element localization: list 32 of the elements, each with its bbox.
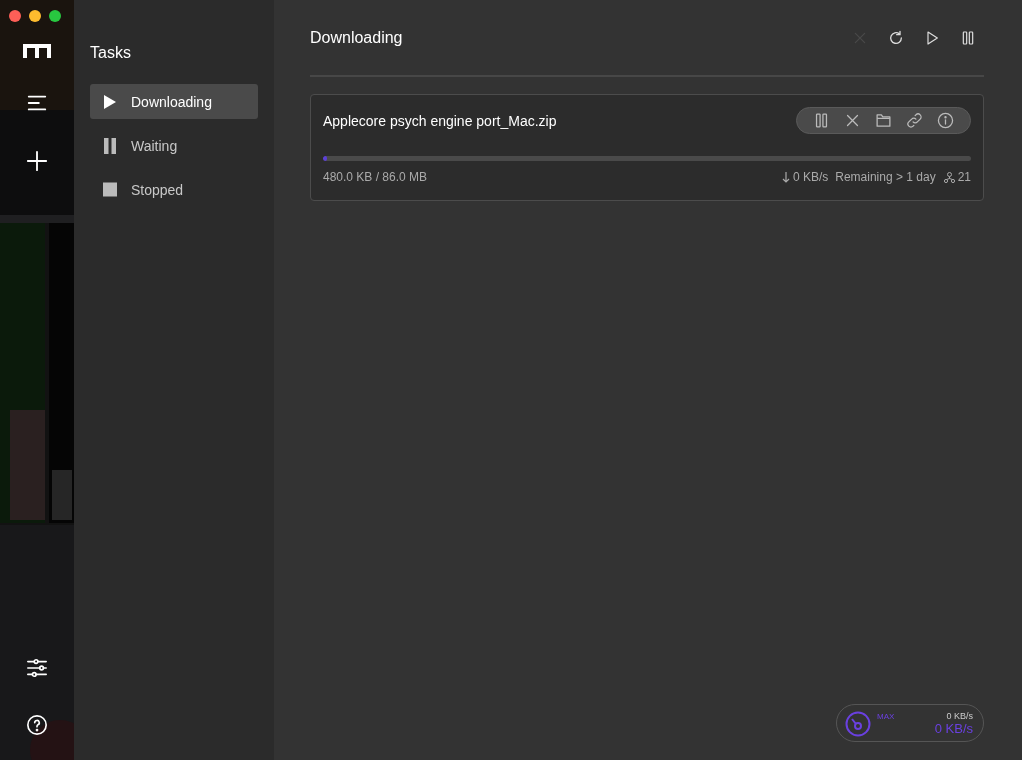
nav-item[interactable]: Waiting: [90, 128, 258, 163]
download-speed: 0 KB/s: [934, 721, 973, 736]
play-icon[interactable]: [924, 29, 940, 46]
task-card[interactable]: Applecore psych engine port_Mac.zip 480.0 KB / 86.0 MB 0 KB/s Remaining > 1 day 21: [310, 94, 984, 201]
add-icon[interactable]: [26, 150, 48, 172]
speed-text: 0 KB/s: [792, 170, 829, 184]
logo-icon: [23, 44, 51, 58]
play-icon: [103, 93, 117, 110]
info-icon[interactable]: [937, 112, 954, 129]
connections-icon: [943, 171, 955, 183]
connections-count: 21: [957, 170, 971, 184]
panel-title: Tasks: [90, 44, 132, 62]
refresh-icon[interactable]: [888, 29, 904, 46]
upload-speed: 0 KB/s: [946, 711, 973, 721]
pause-icon[interactable]: [813, 112, 830, 129]
help-icon[interactable]: [26, 714, 48, 736]
close-icon[interactable]: [844, 112, 861, 129]
pause-icon[interactable]: [960, 29, 976, 46]
speedometer-icon: [845, 711, 871, 737]
stop-icon: [103, 182, 117, 197]
size-text: 480.0 KB / 86.0 MB: [323, 170, 428, 184]
pause-icon: [103, 137, 117, 154]
nav-item[interactable]: Stopped: [90, 172, 258, 207]
link-icon[interactable]: [906, 112, 923, 129]
speed-limit-label: MAX: [877, 712, 895, 721]
page-title: Downloading: [310, 28, 403, 47]
file-name: Applecore psych engine port_Mac.zip: [323, 112, 557, 129]
remaining-text: Remaining > 1 day: [835, 170, 936, 184]
nav-item[interactable]: Downloading: [90, 84, 258, 119]
folder-icon[interactable]: [875, 112, 892, 129]
settings-icon[interactable]: [26, 657, 48, 679]
download-arrow-icon: [781, 171, 790, 183]
